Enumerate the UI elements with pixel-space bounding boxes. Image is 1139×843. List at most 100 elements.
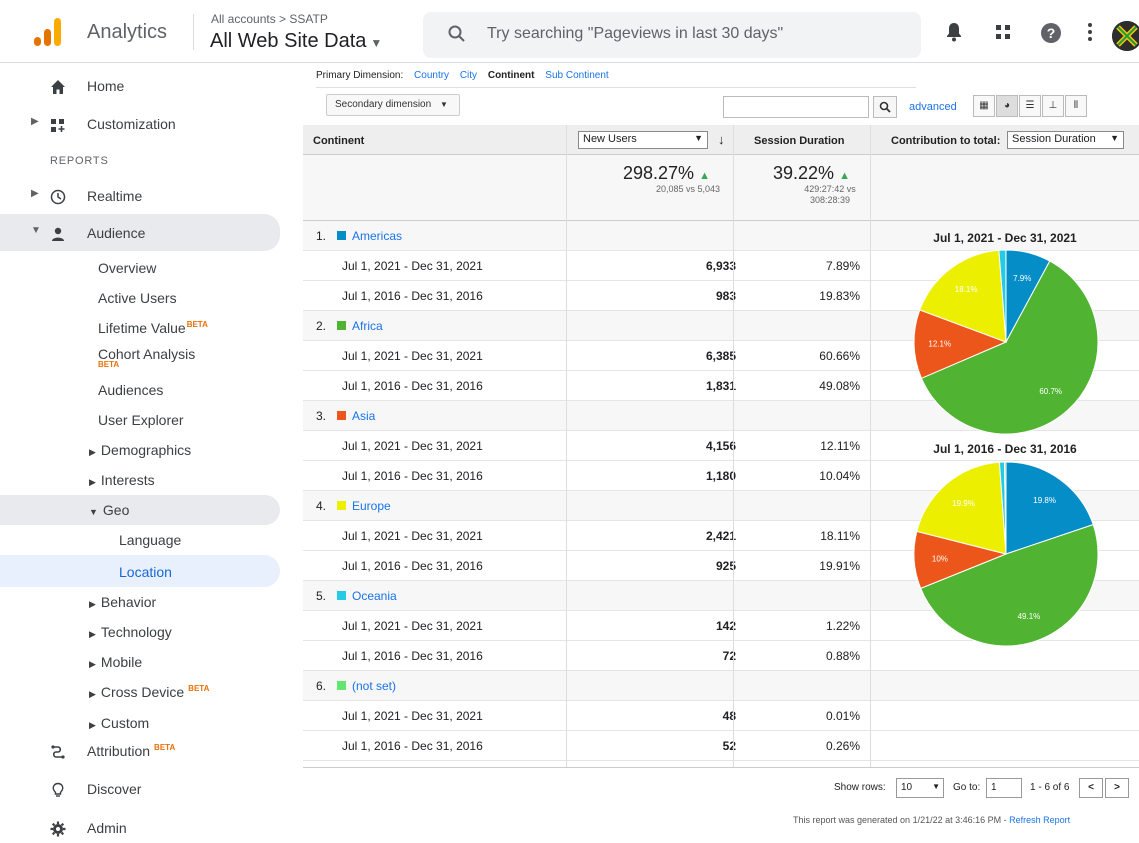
sidebar-item-custom[interactable]: ▶Custom [89, 715, 149, 731]
date-range-cell: Jul 1, 2021 - Dec 31, 2021 [342, 619, 483, 633]
new-users-cell: 4,156 [636, 439, 736, 453]
beta-badge: BETA [188, 684, 209, 693]
column-header-session-duration[interactable]: Session Duration [754, 135, 844, 147]
dimension-sub-continent[interactable]: Sub Continent [545, 70, 608, 81]
sidebar-item-lifetime-value[interactable]: Lifetime ValueBETA [98, 320, 208, 336]
account-selector[interactable]: All Web Site Data▼ [210, 30, 382, 53]
arrow-down-icon[interactable]: ↓ [718, 132, 725, 147]
secondary-dimension-label: Secondary dimension [335, 99, 431, 110]
sidebar-item-cohort-analysis[interactable]: Cohort AnalysisBETA [98, 347, 195, 369]
contribution-select[interactable]: Session Duration ▼ [1007, 131, 1124, 149]
dimension-city[interactable]: City [460, 70, 477, 81]
total-duration-pct: 39.22% [773, 163, 834, 183]
session-duration-cell: 10.04% [765, 469, 860, 483]
performance-view-icon[interactable]: ☰ [1019, 95, 1041, 117]
sidebar-item-label: Realtime [87, 188, 142, 204]
chevron-right-icon: ▶ [31, 116, 39, 127]
table-search-button[interactable] [873, 96, 897, 118]
app-name[interactable]: Analytics [87, 21, 167, 44]
sidebar-item-language[interactable]: Language [119, 532, 181, 548]
pie-slice-label: 49.1% [1018, 612, 1041, 621]
sidebar-item-technology[interactable]: ▶Technology [89, 624, 172, 640]
continent-link[interactable]: Americas [352, 229, 402, 243]
bell-icon[interactable] [942, 20, 966, 44]
sidebar-item-admin[interactable]: Admin [0, 813, 280, 843]
continent-link[interactable]: Africa [352, 319, 383, 333]
pagination-range: 1 - 6 of 6 [1030, 782, 1069, 793]
pie-slice-label: 18.1% [955, 285, 978, 294]
avatar[interactable] [1112, 21, 1139, 51]
continent-cell: (not set) [337, 679, 396, 693]
sidebar-item-customization[interactable]: ▶ Customization [0, 109, 280, 139]
session-duration-cell: 1.22% [765, 619, 860, 633]
sidebar-item-home[interactable]: Home [0, 71, 280, 101]
refresh-report-link[interactable]: Refresh Report [1009, 815, 1070, 825]
comparison-view-icon[interactable]: ⊥ [1042, 95, 1064, 117]
sidebar-item-label: Behavior [101, 594, 156, 610]
sidebar-item-behavior[interactable]: ▶Behavior [89, 594, 156, 610]
goto-input[interactable]: 1 [986, 778, 1022, 798]
table-search-input[interactable] [723, 96, 869, 118]
continent-link[interactable]: Europe [352, 499, 391, 513]
pie-chart-2016[interactable]: 19.8%49.1%10%19.9% [908, 461, 1108, 647]
pie-slice-label: 12.1% [928, 340, 951, 349]
totals-row: 298.27% ▲ 20,085 vs 5,043 39.22% ▲ 429:2… [303, 155, 1139, 221]
sidebar-item-active-users[interactable]: Active Users [98, 290, 177, 306]
reports-heading: REPORTS [50, 155, 109, 167]
sidebar-item-audience[interactable]: ▼ Audience [0, 218, 280, 248]
session-duration-cell: 19.91% [765, 559, 860, 573]
legend-swatch [337, 321, 346, 330]
sidebar-item-discover[interactable]: Discover [0, 774, 280, 804]
lightbulb-icon [50, 782, 66, 798]
primary-dimension-label: Primary Dimension: [316, 70, 403, 81]
sidebar-item-user-explorer[interactable]: User Explorer [98, 412, 184, 428]
sidebar-item-overview[interactable]: Overview [98, 260, 156, 276]
sidebar-item-label: Cross Device [101, 684, 184, 700]
total-new-users-detail: 20,085 vs 5,043 [633, 184, 743, 194]
dimension-country[interactable]: Country [414, 70, 449, 81]
sidebar-item-attribution[interactable]: AttributionBETA [0, 736, 280, 766]
search-bar[interactable]: Try searching "Pageviews in last 30 days… [423, 12, 921, 58]
pie-view-icon[interactable]: ◕ [996, 95, 1018, 117]
date-range-cell: Jul 1, 2021 - Dec 31, 2021 [342, 709, 483, 723]
sidebar-item-realtime[interactable]: ▶ Realtime [0, 181, 280, 211]
arrow-up-icon: ▲ [699, 170, 710, 182]
sidebar-item-location[interactable]: Location [119, 564, 172, 580]
continent-link[interactable]: (not set) [352, 679, 396, 693]
sidebar-item-label: Lifetime Value [98, 320, 186, 336]
sidebar-item-audiences[interactable]: Audiences [98, 382, 163, 398]
sidebar-item-mobile[interactable]: ▶Mobile [89, 654, 142, 670]
continent-link[interactable]: Asia [352, 409, 375, 423]
sidebar-item-cross-device[interactable]: ▶Cross DeviceBETA [89, 684, 209, 700]
more-vert-icon[interactable] [1078, 20, 1102, 44]
next-page-button[interactable]: > [1105, 778, 1129, 798]
sidebar-item-demographics[interactable]: ▶Demographics [89, 442, 191, 458]
sidebar: Home ▶ Customization REPORTS ▶ Realtime … [0, 64, 290, 833]
new-users-cell: 2,421 [636, 529, 736, 543]
column-header-continent[interactable]: Continent [313, 135, 364, 147]
table-view-icon[interactable]: ▦ [973, 95, 995, 117]
pivot-view-icon[interactable]: ⦀ [1065, 95, 1087, 117]
continent-cell: Asia [337, 409, 375, 423]
breadcrumb[interactable]: All accounts > SSATP [211, 12, 328, 26]
legend-swatch [337, 501, 346, 510]
new-users-cell: 6,385 [636, 349, 736, 363]
prev-page-button[interactable]: < [1079, 778, 1103, 798]
pie-slice-label: 60.7% [1039, 387, 1062, 396]
apps-grid-icon[interactable] [991, 20, 1015, 44]
analytics-logo[interactable] [34, 18, 70, 46]
sidebar-item-interests[interactable]: ▶Interests [89, 472, 155, 488]
continent-link[interactable]: Oceania [352, 589, 397, 603]
metric-select[interactable]: New Users ▼ [578, 131, 708, 149]
sidebar-item-label: Home [87, 78, 124, 94]
continent-cell: Americas [337, 229, 402, 243]
help-icon[interactable]: ? [1041, 23, 1061, 43]
goto-label: Go to: [953, 782, 980, 793]
advanced-filter-link[interactable]: advanced [909, 101, 957, 113]
pie-chart-2021[interactable]: 7.9%60.7%12.1%18.1% [908, 249, 1108, 435]
secondary-dimension-button[interactable]: Secondary dimension ▼ [326, 94, 460, 116]
dimension-continent[interactable]: Continent [488, 70, 535, 81]
total-duration-detail: 308:28:39 [790, 195, 870, 205]
show-rows-select[interactable]: 10 ▼ [896, 778, 944, 798]
sidebar-item-geo[interactable]: ▼Geo [89, 502, 129, 518]
